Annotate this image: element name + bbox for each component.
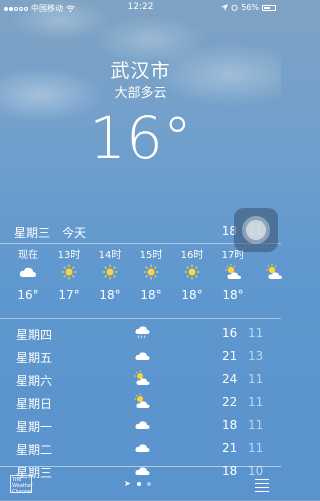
status-right: 56% bbox=[221, 3, 276, 12]
battery-percent: 56% bbox=[241, 3, 259, 12]
daily-high: 18 bbox=[222, 418, 238, 432]
hour-item: 15时 18° bbox=[131, 246, 171, 302]
cloud-icon bbox=[8, 260, 48, 284]
daily-day: 星期二 bbox=[16, 443, 53, 457]
daily-day: 星期一 bbox=[16, 420, 53, 434]
hour-temp: 18° bbox=[222, 288, 244, 302]
today-label: 今天 bbox=[62, 226, 87, 240]
daily-high: 24 bbox=[222, 372, 238, 386]
today-day: 星期三 bbox=[14, 226, 51, 240]
partly-cloudy-icon bbox=[254, 260, 294, 284]
hour-item: 17时 18° bbox=[213, 246, 253, 302]
hour-time: 16时 bbox=[180, 250, 204, 261]
daily-row: 星期六 24 11 bbox=[0, 370, 281, 390]
hour-item bbox=[254, 246, 294, 288]
daily-row: 星期日 22 11 bbox=[0, 393, 281, 413]
partly-cloudy-icon bbox=[134, 370, 152, 388]
daily-day: 星期四 bbox=[16, 328, 53, 342]
current-temperature: 16° bbox=[89, 104, 192, 172]
daily-high: 21 bbox=[222, 441, 238, 455]
location-icon bbox=[221, 4, 229, 11]
sun-icon bbox=[90, 260, 130, 284]
location-arrow-icon: ➤ bbox=[124, 479, 131, 488]
cloud-icon bbox=[134, 439, 152, 457]
alarm-icon bbox=[231, 4, 238, 11]
hour-temp: 16° bbox=[17, 288, 39, 302]
hour-temp: 17° bbox=[58, 288, 80, 302]
cloud-icon bbox=[134, 347, 152, 365]
daily-row: 星期四 16 11 bbox=[0, 324, 281, 344]
daily-day: 星期六 bbox=[16, 374, 53, 388]
battery-icon bbox=[262, 4, 276, 11]
weather-condition: 大部多云 bbox=[114, 86, 167, 101]
hour-item: 16时 18° bbox=[172, 246, 212, 302]
city-name: 武汉市 bbox=[110, 60, 171, 82]
page-indicator[interactable]: ➤ bbox=[124, 479, 151, 488]
weather-channel-logo[interactable]: The Weather Channel bbox=[10, 475, 33, 495]
daily-low: 11 bbox=[248, 326, 264, 340]
hourly-forecast[interactable]: 现在 16° 13时 17° 14时 18° 15时 18° 16时 18° 1… bbox=[0, 246, 282, 316]
page-dot bbox=[146, 481, 151, 486]
hour-item: 13时 17° bbox=[49, 246, 89, 302]
partly-cloudy-icon bbox=[213, 260, 253, 284]
hour-time: 现在 bbox=[18, 250, 38, 261]
daily-low: 11 bbox=[248, 418, 264, 432]
list-icon[interactable] bbox=[255, 479, 269, 495]
hour-item: 14时 18° bbox=[90, 246, 130, 302]
partly-cloudy-icon bbox=[134, 393, 152, 411]
rain-icon bbox=[134, 324, 152, 342]
hour-time: 13时 bbox=[57, 250, 81, 261]
daily-low: 11 bbox=[248, 395, 264, 409]
daily-low: 11 bbox=[248, 441, 264, 455]
divider bbox=[0, 318, 281, 319]
daily-day: 星期日 bbox=[16, 397, 53, 411]
daily-row: 星期二 21 11 bbox=[0, 439, 281, 459]
hour-time: 15时 bbox=[139, 250, 163, 261]
status-bar: 中国移动 12:22 56% bbox=[0, 0, 281, 16]
daily-high: 21 bbox=[222, 349, 238, 363]
daily-low: 11 bbox=[248, 372, 264, 386]
sun-icon bbox=[131, 260, 171, 284]
assistive-touch-button[interactable] bbox=[234, 208, 278, 252]
daily-day: 星期五 bbox=[16, 351, 53, 365]
sun-icon bbox=[49, 260, 89, 284]
hour-item: 现在 16° bbox=[8, 246, 48, 302]
bottom-bar: The Weather Channel ➤ bbox=[0, 466, 281, 501]
daily-high: 16 bbox=[222, 326, 238, 340]
page-dot-active bbox=[136, 481, 141, 486]
daily-row: 星期五 21 13 bbox=[0, 347, 281, 367]
daily-low: 13 bbox=[248, 349, 264, 363]
hour-time: 14时 bbox=[98, 250, 122, 261]
daily-high: 22 bbox=[222, 395, 238, 409]
hour-temp: 18° bbox=[181, 288, 203, 302]
hour-temp: 18° bbox=[140, 288, 162, 302]
daily-row: 星期一 18 11 bbox=[0, 416, 281, 436]
cloud-icon bbox=[134, 416, 152, 434]
sun-icon bbox=[172, 260, 212, 284]
hour-temp: 18° bbox=[99, 288, 121, 302]
